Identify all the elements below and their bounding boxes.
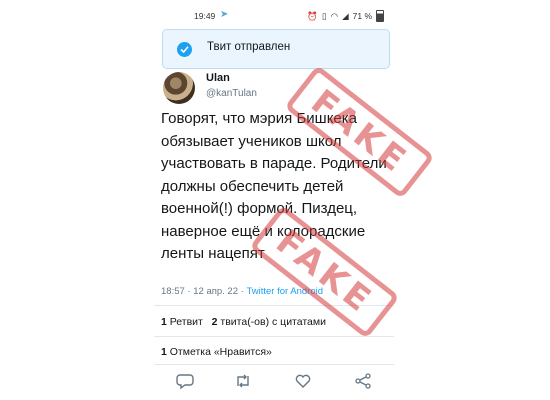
retweets-stat[interactable]: 1 Ретвит xyxy=(161,316,203,328)
share-icon[interactable] xyxy=(354,372,372,390)
like-icon[interactable] xyxy=(294,372,312,390)
divider xyxy=(154,336,394,337)
author-name[interactable]: Ulan xyxy=(206,72,230,84)
battery-icon xyxy=(376,10,384,22)
telegram-icon: ➤ xyxy=(220,9,229,20)
tweet-stats: 1 Ретвит 2 твита(-ов) с цитатами xyxy=(161,316,326,328)
wifi-icon: ◠ xyxy=(330,10,339,21)
phone-screen: 19:49 ➤ ⏰ ▯ ◠ ◢ 71 % Твит отправлен Ulan… xyxy=(154,0,394,400)
tweet-time: 18:57 xyxy=(161,286,185,297)
toast-notification: Твит отправлен xyxy=(162,29,390,69)
tweet-actions xyxy=(154,372,394,392)
tweet-meta: 18:57 · 12 апр. 22 · Twitter for Android xyxy=(161,286,324,297)
status-time: 19:49 xyxy=(194,11,216,21)
check-icon xyxy=(177,42,192,57)
tweet-date: 12 апр. 22 xyxy=(193,286,238,297)
author-handle[interactable]: @kanTulan xyxy=(206,88,257,99)
quotes-stat[interactable]: 2 твита(-ов) с цитатами xyxy=(212,316,326,328)
avatar[interactable] xyxy=(163,72,195,104)
signal-icon: ◢ xyxy=(342,10,349,21)
divider xyxy=(154,364,394,365)
vibrate-icon: ▯ xyxy=(321,10,327,21)
alarm-icon: ⏰ xyxy=(307,10,318,21)
toast-text: Твит отправлен xyxy=(207,41,291,53)
status-icons: ⏰ ▯ ◠ ◢ 71 % xyxy=(307,10,384,22)
reply-icon[interactable] xyxy=(176,372,194,390)
likes-stat[interactable]: 1 Отметка «Нравится» xyxy=(161,346,272,358)
status-bar: 19:49 ➤ ⏰ ▯ ◠ ◢ 71 % xyxy=(154,0,394,30)
battery-level: 71 % xyxy=(352,11,372,21)
retweet-icon[interactable] xyxy=(234,372,252,390)
